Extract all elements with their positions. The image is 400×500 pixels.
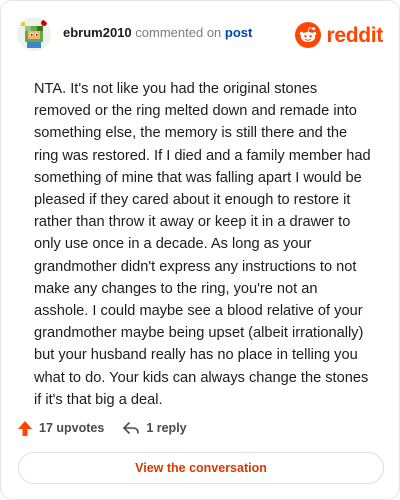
comment-header: ebrum2010 commented on post reddit — [17, 15, 383, 55]
view-conversation-button[interactable]: View the conversation — [18, 452, 384, 484]
snoo-avatar-icon — [17, 17, 51, 51]
reply-count: 1 reply — [146, 421, 187, 435]
post-link[interactable]: post — [225, 25, 252, 40]
reply-arrow-icon — [123, 422, 140, 434]
user-avatar[interactable] — [17, 17, 51, 51]
comment-embed-card: ebrum2010 commented on post reddit NTA. … — [0, 0, 400, 500]
upvote-button[interactable]: 17 upvotes — [17, 420, 104, 437]
action-text: commented on — [135, 25, 222, 40]
reddit-snoo-icon — [295, 22, 322, 48]
comment-footer: 17 upvotes 1 reply — [17, 417, 187, 439]
upvotes-count: 17 upvotes — [39, 421, 105, 435]
comment-body: NTA. It's not like you had the original … — [34, 81, 371, 408]
reddit-logo[interactable]: reddit — [295, 21, 383, 49]
reply-button[interactable]: 1 reply — [122, 421, 187, 435]
username-link[interactable]: ebrum2010 — [63, 25, 132, 40]
reddit-wordmark: reddit — [326, 23, 383, 47]
upvote-arrow-icon — [18, 420, 32, 436]
comment-meta: ebrum2010 commented on post — [63, 25, 252, 40]
